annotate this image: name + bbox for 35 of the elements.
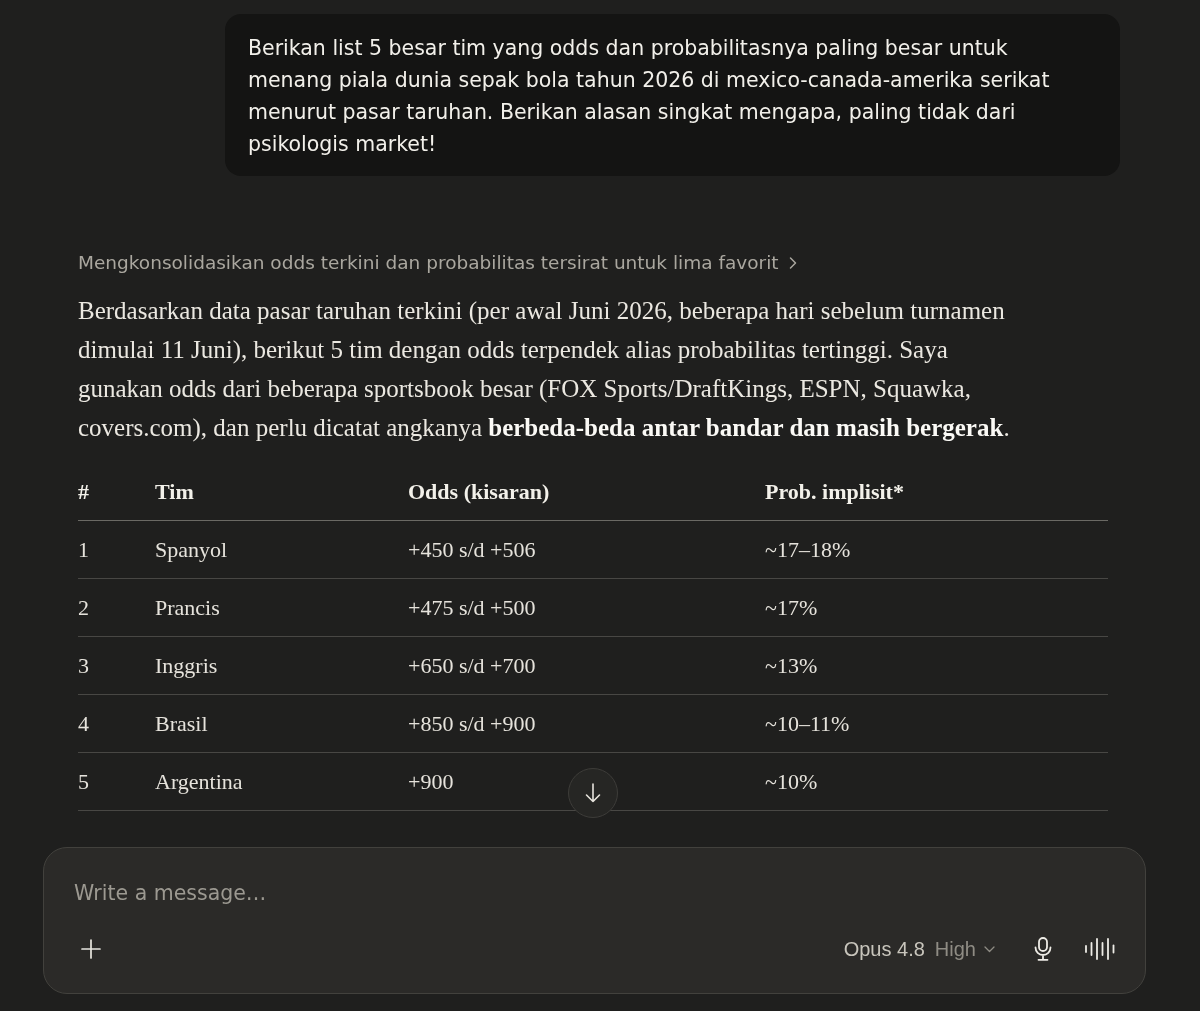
- table-cell: +450 s/d +506: [408, 535, 536, 564]
- table-cell: 1: [78, 535, 89, 564]
- table-cell: Argentina: [155, 767, 243, 796]
- user-message: Berikan list 5 besar tim yang odds dan probabilitasnya paling besar untuk menang piala dunia sepak bola tahun 2026 di mexico-canada-amerika serikat menurut pasar taruhan. Berikan alasan singkat mengapa, paling tidak dari psikologis market!: [248, 35, 1051, 158]
- table-cell: +850 s/d +900: [408, 709, 536, 738]
- table-cell: ~10%: [765, 767, 818, 796]
- table-cell: ~10–11%: [765, 709, 850, 738]
- column-header: Tim: [155, 477, 194, 506]
- scroll-down-button[interactable]: [568, 768, 618, 818]
- model-selector[interactable]: Opus 4.8 High: [839, 931, 999, 967]
- message-input[interactable]: Write a message…: [74, 878, 1118, 908]
- table-cell: Inggris: [155, 651, 218, 680]
- table-cell: 2: [78, 593, 89, 622]
- table-cell: Spanyol: [155, 535, 228, 564]
- table-cell: ~17–18%: [765, 535, 851, 564]
- table-cell: 4: [78, 709, 89, 738]
- table-cell: 5: [78, 767, 89, 796]
- answer-paragraph: Berdasarkan data pasar taruhan terkini (per awal Juni 2026, beberapa hari sebelum turnamen dimulai 11 Juni), berikut 5 tim dengan odds terpendek alias probabilitas tertinggi. Saya gunakan odds dari beberapa sportsbook besar (FOX Sports/DraftKings, ESPN, Squawka, covers.com), dan perlu dicatat angkanya berbeda-beda antar bandar dan masih bergerak.: [78, 296, 1011, 444]
- chevron-down-icon: [984, 945, 995, 953]
- arrow-down-icon: [585, 783, 601, 803]
- table-cell: ~13%: [765, 651, 818, 680]
- table-cell: +900: [408, 767, 454, 796]
- microphone-icon: [1034, 937, 1052, 961]
- table-cell: Prancis: [155, 593, 220, 622]
- column-header: Prob. implisit*: [765, 477, 904, 506]
- table-cell: 3: [78, 651, 89, 680]
- thinking-summary[interactable]: Mengkonsolidasikan odds terkini dan probabilitas tersirat untuk lima favorit: [78, 251, 798, 275]
- table-cell: Brasil: [155, 709, 208, 738]
- table-cell: +650 s/d +700: [408, 651, 536, 680]
- column-header: #: [78, 477, 89, 506]
- table-cell: ~17%: [765, 593, 818, 622]
- plus-icon: [81, 939, 101, 959]
- sound-wave-icon: [1085, 938, 1115, 960]
- table-cell: +475 s/d +500: [408, 593, 536, 622]
- column-header: Odds (kisaran): [408, 477, 550, 506]
